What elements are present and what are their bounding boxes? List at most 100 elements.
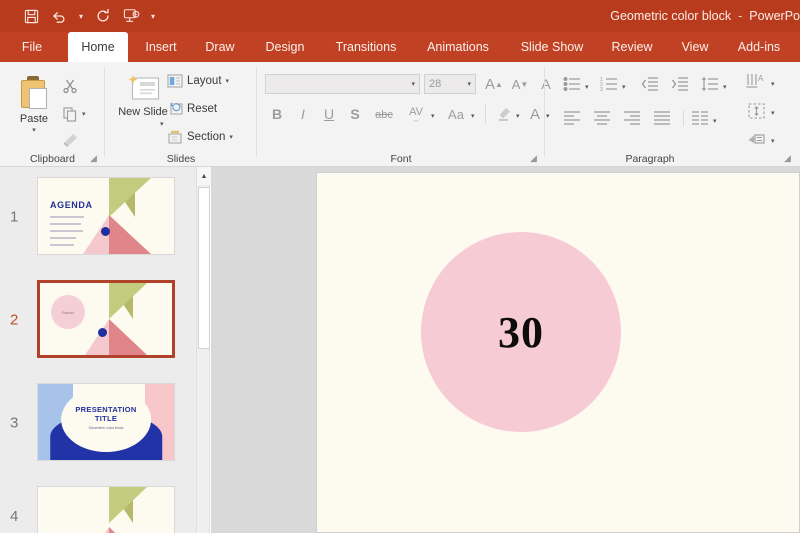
scroll-up-icon[interactable]: ▲ xyxy=(197,167,211,185)
increase-indent-button[interactable] xyxy=(671,76,689,97)
customize-quick-access-icon[interactable]: ▾ xyxy=(146,4,160,28)
align-left-button[interactable] xyxy=(563,110,581,131)
font-size-value: 28 xyxy=(429,78,442,90)
slide-preview-1[interactable]: AGENDA xyxy=(37,177,175,255)
columns-button[interactable] xyxy=(691,110,709,131)
new-slide-label: New Slide xyxy=(118,106,168,118)
thumbnail-scrollbar[interactable]: ▲ xyxy=(196,167,211,533)
font-size-input[interactable]: 28 ▾ xyxy=(424,74,476,94)
tab-design[interactable]: Design xyxy=(252,32,318,62)
line-spacing-dropdown-icon[interactable]: ▾ xyxy=(723,83,727,91)
bold-button[interactable]: B xyxy=(267,104,287,124)
triangle-pink-left xyxy=(84,527,109,533)
window-title: Geometric color block - PowerPo xyxy=(610,0,800,32)
slide-preview-3[interactable]: PRESENTATION TITLE Geometric color block xyxy=(37,383,175,461)
paste-button[interactable]: Paste ▾ xyxy=(10,76,58,134)
paragraph-dialog-launcher[interactable]: ◢ xyxy=(782,153,793,164)
scrollbar-thumb[interactable] xyxy=(198,187,210,349)
agenda-bullet-line xyxy=(50,223,81,225)
font-name-input[interactable]: ▾ xyxy=(265,74,420,94)
italic-button[interactable]: I xyxy=(293,104,313,124)
slide-preview-2[interactable]: Report xyxy=(37,280,175,358)
tab-animations[interactable]: Animations xyxy=(414,32,502,62)
align-text-dropdown-icon[interactable]: ▾ xyxy=(771,109,775,117)
section-button[interactable]: Section ▾ xyxy=(167,130,233,144)
undo-dropdown-icon[interactable]: ▾ xyxy=(74,4,88,28)
tab-draw[interactable]: Draw xyxy=(196,32,244,62)
new-slide-dropdown-icon[interactable]: ▾ xyxy=(160,120,164,128)
section-dropdown-icon[interactable]: ▾ xyxy=(229,133,233,141)
redo-icon[interactable] xyxy=(90,4,116,28)
tab-review[interactable]: Review xyxy=(602,32,662,62)
character-spacing-button[interactable]: AV ↔ xyxy=(403,104,429,124)
layout-label: Layout xyxy=(187,75,222,87)
align-text-button[interactable] xyxy=(747,102,767,125)
columns-dropdown-icon[interactable]: ▾ xyxy=(713,117,717,125)
font-name-dropdown-icon[interactable]: ▾ xyxy=(411,80,415,88)
cut-button[interactable] xyxy=(62,78,78,94)
underline-button[interactable]: U xyxy=(319,104,339,124)
triangle-olive-right xyxy=(108,283,147,319)
text-highlight-color-button[interactable] xyxy=(493,104,515,124)
copy-button[interactable]: ▾ xyxy=(62,106,86,122)
justify-button[interactable] xyxy=(653,110,671,131)
align-center-button[interactable] xyxy=(593,110,611,131)
slide-thumbnail-3[interactable]: 3 PRESENTATION TITLE Geometric color blo… xyxy=(0,383,196,463)
font-color-button[interactable]: A xyxy=(525,104,545,124)
character-spacing-dropdown-icon[interactable]: ▾ xyxy=(431,112,435,120)
bullets-button[interactable] xyxy=(563,76,581,97)
change-case-dropdown-icon[interactable]: ▾ xyxy=(471,112,475,120)
text-highlight-dropdown-icon[interactable]: ▾ xyxy=(516,112,520,120)
title-bar: ▾ ▾ Geometric color block - PowerPo xyxy=(0,0,800,32)
slide-thumbnail-2[interactable]: 2 Report xyxy=(0,280,196,360)
decrease-font-size-button[interactable]: A ▼ xyxy=(509,74,531,94)
presentation-name: Geometric color block xyxy=(610,9,732,23)
undo-icon[interactable] xyxy=(46,4,72,28)
slide-thumbnail-panel[interactable]: 1 AGENDA 2 Report 3 PRESENTATION TITLE G… xyxy=(0,167,196,533)
line-spacing-button[interactable] xyxy=(701,76,719,97)
text-direction-button[interactable]: A xyxy=(745,72,767,95)
strikethrough-button[interactable]: abc xyxy=(371,106,397,124)
tab-file[interactable]: File xyxy=(12,32,52,62)
pink-circle-shape[interactable]: 30 xyxy=(421,232,621,432)
tab-home[interactable]: Home xyxy=(68,32,128,62)
slide-preview-4[interactable] xyxy=(37,486,175,533)
numbering-button[interactable]: 1 2 3 xyxy=(600,76,618,97)
smartart-dropdown-icon[interactable]: ▾ xyxy=(771,137,775,145)
tab-insert[interactable]: Insert xyxy=(136,32,186,62)
slide-thumbnail-4[interactable]: 4 xyxy=(0,486,196,533)
agenda-bullet-line xyxy=(50,244,74,246)
new-slide-button[interactable]: New Slide xyxy=(115,74,171,118)
paste-dropdown-icon[interactable]: ▾ xyxy=(32,126,36,134)
bullets-dropdown-icon[interactable]: ▾ xyxy=(585,83,589,91)
save-icon[interactable] xyxy=(18,4,44,28)
presentation-title: PRESENTATION TITLE xyxy=(38,405,174,423)
tab-view[interactable]: View xyxy=(672,32,718,62)
change-case-button[interactable]: Aa xyxy=(443,104,469,124)
format-painter-button[interactable] xyxy=(62,132,79,148)
text-shadow-button[interactable]: S xyxy=(345,104,365,124)
font-size-dropdown-icon[interactable]: ▾ xyxy=(467,80,471,88)
increase-font-size-button[interactable]: A ▲ xyxy=(483,74,505,94)
triangle-rose-right xyxy=(108,319,147,355)
clipboard-dialog-launcher[interactable]: ◢ xyxy=(88,153,99,164)
triangle-rose-right xyxy=(108,215,151,254)
current-slide[interactable]: 30 xyxy=(316,172,800,533)
font-dialog-launcher[interactable]: ◢ xyxy=(528,153,539,164)
smartart-button[interactable] xyxy=(747,130,767,153)
text-direction-dropdown-icon[interactable]: ▾ xyxy=(771,80,775,88)
layout-button[interactable]: Layout ▾ xyxy=(167,74,229,88)
tab-slide-show[interactable]: Slide Show xyxy=(510,32,594,62)
align-right-button[interactable] xyxy=(623,110,641,131)
reset-button[interactable]: Reset xyxy=(167,102,217,116)
numbering-dropdown-icon[interactable]: ▾ xyxy=(622,83,626,91)
slide-thumbnail-1[interactable]: 1 AGENDA xyxy=(0,177,196,257)
slide-number-4: 4 xyxy=(10,508,19,525)
start-presentation-icon[interactable] xyxy=(118,4,144,28)
tab-add-ins[interactable]: Add-ins xyxy=(726,32,792,62)
tab-transitions[interactable]: Transitions xyxy=(324,32,408,62)
decrease-indent-button[interactable] xyxy=(641,76,659,97)
slide-number-1: 1 xyxy=(10,208,19,226)
copy-dropdown-icon[interactable]: ▾ xyxy=(82,110,86,118)
layout-dropdown-icon[interactable]: ▾ xyxy=(226,77,230,85)
